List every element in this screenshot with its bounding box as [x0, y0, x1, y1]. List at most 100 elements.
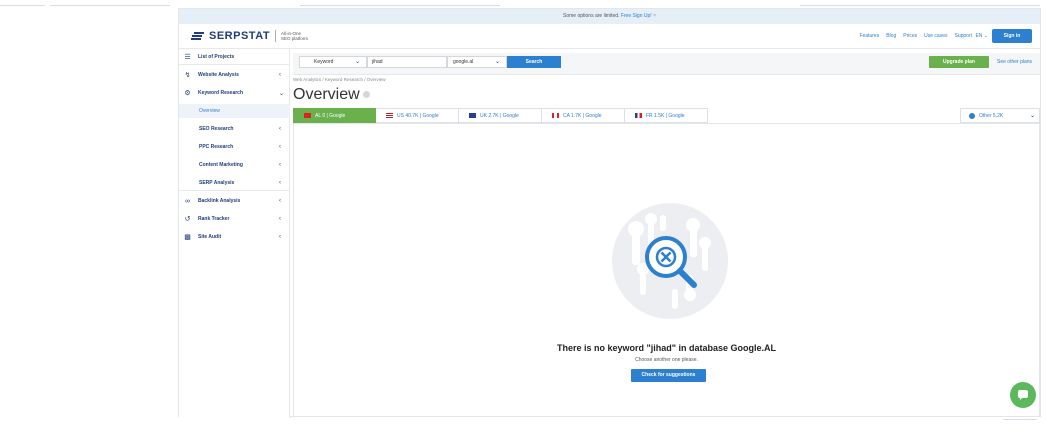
chevron-left-icon: ‹ [279, 198, 281, 204]
sidebar-item-label: Backlink Analysis [198, 198, 241, 204]
tab-ca[interactable]: CA 1.7K | Google [542, 108, 625, 123]
database-select[interactable]: google.al ⌄ [447, 56, 507, 68]
logo-tagline: All-in-One SEO platform [281, 31, 308, 41]
search-input[interactable]: jihad [367, 56, 447, 68]
chevron-down-icon: ⌄ [494, 59, 500, 65]
chevron-down-icon: ⌄ [354, 59, 360, 65]
top-divider [50, 5, 170, 6]
top-divider [800, 5, 1040, 6]
tab-label: Other 5.2K [979, 112, 1004, 119]
language-selector[interactable]: EN ⌄ [975, 33, 988, 39]
search-type-select[interactable]: Keyword ⌄ [299, 56, 367, 68]
tab-label: UK 2.7K | Google [480, 112, 519, 119]
website-analysis-icon: ↯ [184, 71, 191, 79]
sidebar-item-site-audit[interactable]: ▩ Site Audit ‹ [179, 231, 290, 243]
search-type-value: Keyword [314, 59, 334, 65]
flag-us-icon [386, 113, 393, 118]
nav-prices[interactable]: Prices [903, 33, 917, 39]
empty-state-title: There is no keyword "jihad" in database … [556, 343, 777, 353]
sign-in-button[interactable]: Sign in [992, 29, 1032, 43]
free-signup-link[interactable]: Free Sign Up! [621, 13, 652, 19]
page-title-row: Overview [293, 86, 370, 104]
database-tabs: AL 0 | Google US 40.7K | Google UK 2.7K … [293, 108, 708, 123]
chevron-down-icon: ⌄ [279, 90, 285, 97]
nav-support[interactable]: Support [954, 33, 972, 39]
chevron-left-icon: ‹ [279, 162, 281, 168]
chevron-left-icon: ‹ [279, 216, 281, 222]
sidebar-item-ppc-research[interactable]: PPC Research ‹ [179, 141, 290, 153]
nav-features[interactable]: Features [859, 33, 879, 39]
language-label: EN [975, 33, 983, 39]
list-icon: ☰ [184, 53, 191, 61]
notice-text: Some options are limited. [563, 13, 620, 19]
limits-notice: Some options are limited. Free Sign Up! … [179, 9, 1040, 24]
sidebar-item-seo-research[interactable]: SEO Research ‹ [179, 123, 290, 135]
flag-uk-icon [469, 113, 476, 118]
tab-label: CA 1.7K | Google [563, 112, 602, 119]
logo-text: SERPSTAT [209, 30, 271, 42]
see-other-plans-link[interactable]: See other plans [997, 59, 1032, 65]
rank-tracker-icon: ↺ [184, 215, 191, 223]
tab-us[interactable]: US 40.7K | Google [376, 108, 459, 123]
check-suggestions-button[interactable]: Check for suggestions [631, 369, 706, 382]
globe-icon [969, 112, 975, 119]
sidebar: ☰ List of Projects ↯ Website Analysis ‹ … [179, 49, 290, 418]
sidebar-item-label: List of Projects [198, 54, 235, 60]
sidebar-item-keyword-research[interactable]: ⚙ Keyword Research ⌄ [179, 87, 290, 99]
logo-mark-icon [191, 31, 205, 41]
search-button[interactable]: Search [507, 56, 561, 68]
tab-label: FR 1.5K | Google [646, 112, 685, 119]
no-results-illustration-icon [612, 203, 728, 319]
chat-button[interactable] [1010, 382, 1036, 408]
tagline-line-2: SEO platform [281, 36, 309, 41]
bottom-divider [1003, 419, 1037, 420]
sidebar-item-content-marketing[interactable]: Content Marketing ‹ [179, 159, 290, 171]
nav-blog[interactable]: Blog [886, 33, 896, 39]
tab-label: US 40.7K | Google [397, 112, 439, 119]
sidebar-divider [179, 190, 290, 191]
sidebar-item-label: SERP Analysis [199, 180, 235, 186]
link-icon: ∞ [185, 197, 190, 205]
empty-state-subtitle: Choose another one please. [635, 357, 698, 363]
sidebar-item-overview[interactable]: Overview [179, 104, 290, 118]
chat-icon [1018, 390, 1028, 400]
sidebar-item-label: Overview [199, 108, 220, 114]
tab-uk[interactable]: UK 2.7K | Google [459, 108, 542, 123]
sidebar-item-list-of-projects[interactable]: ☰ List of Projects [179, 51, 290, 63]
nav-use-cases[interactable]: Use cases [924, 33, 947, 39]
tab-al[interactable]: AL 0 | Google [293, 108, 376, 123]
page-title: Overview [293, 86, 360, 103]
upgrade-plan-button[interactable]: Upgrade plan [929, 56, 989, 68]
flag-fr-icon [635, 113, 642, 118]
chevron-down-icon: ⌄ [1029, 113, 1035, 119]
logo[interactable]: SERPSTAT All-in-One SEO platform [191, 30, 308, 42]
chevron-left-icon: ‹ [279, 180, 281, 186]
sidebar-item-label: SEO Research [199, 126, 234, 132]
top-nav: Features Blog Prices Use cases Support [859, 33, 972, 39]
info-icon[interactable] [362, 91, 370, 99]
sidebar-item-backlink-analysis[interactable]: ∞ Backlink Analysis ‹ [179, 195, 290, 207]
search-bar: Keyword ⌄ jihad google.al ⌄ Search Upgra… [293, 53, 1040, 75]
page-background: Some options are limited. Free Sign Up! … [0, 0, 1046, 424]
app-window: Some options are limited. Free Sign Up! … [178, 8, 1041, 418]
tab-label: AL 0 | Google [315, 112, 346, 119]
top-header: SERPSTAT All-in-One SEO platform Feature… [179, 24, 1040, 49]
sidebar-item-website-analysis[interactable]: ↯ Website Analysis ‹ [179, 69, 290, 81]
chevron-left-icon: ‹ [279, 144, 281, 150]
flag-ca-icon [552, 113, 559, 118]
close-icon[interactable]: × [653, 13, 656, 19]
chevron-down-icon: ⌄ [983, 33, 988, 39]
sidebar-item-label: Website Analysis [198, 72, 239, 78]
sidebar-item-serp-analysis[interactable]: SERP Analysis ‹ [179, 177, 290, 189]
bar-chart-icon: ▩ [184, 233, 191, 241]
sidebar-item-label: Keyword Research [198, 90, 244, 96]
top-divider [0, 5, 45, 6]
sidebar-divider [179, 64, 290, 65]
sidebar-item-rank-tracker[interactable]: ↺ Rank Tracker ‹ [179, 213, 290, 225]
sidebar-item-label: Rank Tracker [198, 216, 230, 222]
tab-fr[interactable]: FR 1.5K | Google [625, 108, 708, 123]
chevron-left-icon: ‹ [279, 72, 281, 78]
breadcrumb: Web Analytics / Keyword Research / Overv… [293, 77, 386, 82]
tab-other-databases[interactable]: Other 5.2K ⌄ [960, 108, 1040, 123]
chevron-left-icon: ‹ [279, 126, 281, 132]
